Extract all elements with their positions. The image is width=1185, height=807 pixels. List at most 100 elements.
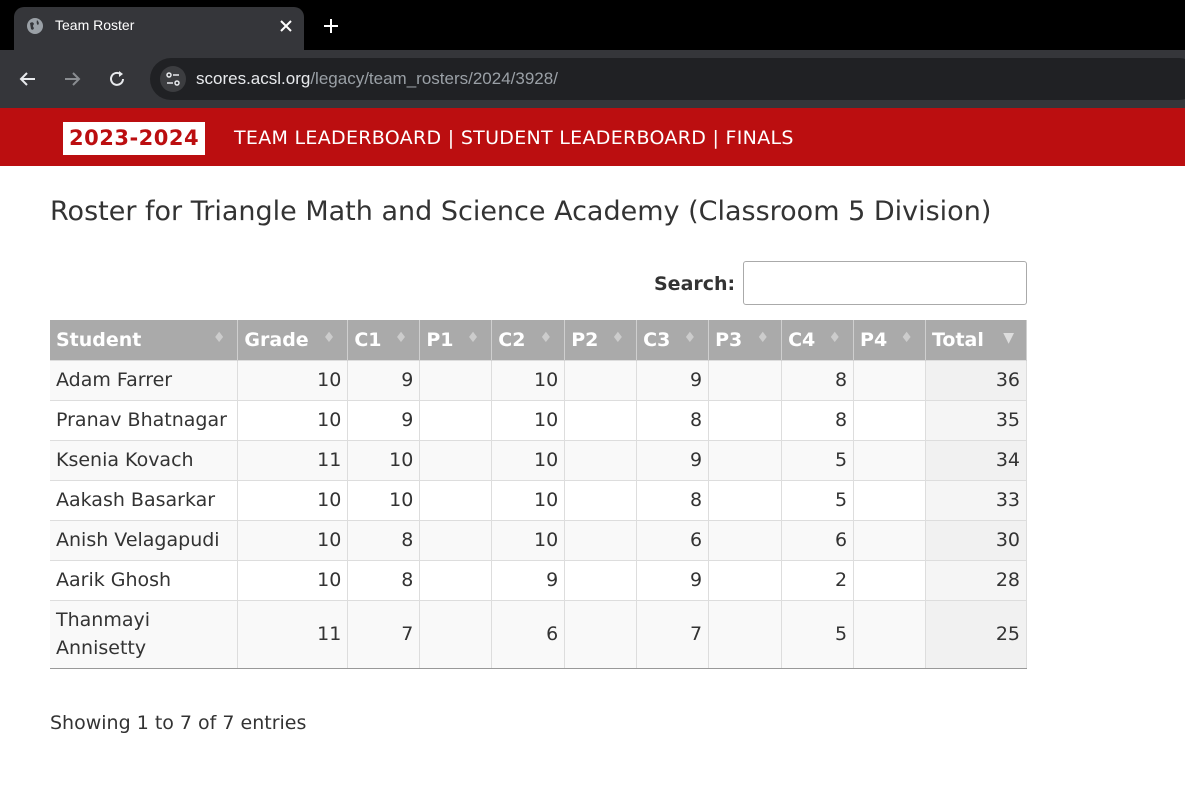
sort-both-icon: ♦ bbox=[322, 330, 336, 346]
cell-p1 bbox=[419, 479, 493, 520]
column-header-c3[interactable]: C3 ♦ bbox=[636, 320, 710, 360]
cell-total: 36 bbox=[925, 359, 1028, 400]
nav-link-team-leaderboard[interactable]: TEAM LEADERBOARD bbox=[234, 127, 441, 149]
address-bar[interactable]: scores.acsl.org/legacy/team_rosters/2024… bbox=[150, 58, 1185, 100]
column-header-label: P4 bbox=[860, 328, 888, 351]
cell-grade: 10 bbox=[237, 479, 349, 520]
column-header-label: C4 bbox=[788, 328, 816, 351]
cell-p2 bbox=[564, 599, 638, 669]
table-row: Ksenia Kovach 11 10 10 9 5 34 bbox=[50, 439, 1028, 480]
cell-c1: 9 bbox=[347, 359, 421, 400]
arrow-left-icon[interactable] bbox=[16, 67, 40, 91]
column-header-p3[interactable]: P3 ♦ bbox=[708, 320, 783, 360]
browser-tab[interactable]: Team Roster bbox=[14, 7, 304, 50]
cell-c4: 8 bbox=[781, 359, 855, 400]
cell-name: Ksenia Kovach bbox=[50, 439, 239, 480]
close-icon[interactable] bbox=[276, 16, 296, 36]
column-header-student[interactable]: Student ♦ bbox=[50, 320, 239, 360]
nav-separator: | bbox=[441, 127, 461, 149]
cell-name: Thanmayi Annisetty bbox=[50, 599, 239, 669]
cell-grade: 10 bbox=[237, 519, 349, 560]
cell-c2: 9 bbox=[491, 559, 566, 600]
column-header-c4[interactable]: C4 ♦ bbox=[781, 320, 855, 360]
sort-both-icon: ♦ bbox=[394, 330, 408, 346]
url-path: /legacy/team_rosters/2024/3928/ bbox=[310, 69, 558, 88]
sort-both-icon: ♦ bbox=[212, 330, 226, 346]
cell-p2 bbox=[564, 359, 638, 400]
site-info-button[interactable] bbox=[160, 66, 186, 92]
cell-p4 bbox=[853, 359, 926, 400]
cell-c1: 9 bbox=[347, 399, 421, 440]
reload-icon[interactable] bbox=[105, 67, 129, 91]
roster-table: Student ♦ Grade ♦ C1 ♦ P1 ♦ C2 ♦ P2 ♦ C3 ♦ P3 ♦ … bbox=[50, 320, 1028, 669]
plus-icon[interactable] bbox=[320, 15, 342, 37]
cell-c4: 5 bbox=[781, 479, 855, 520]
column-header-label: P3 bbox=[715, 328, 743, 351]
cell-p1 bbox=[419, 399, 493, 440]
cell-c4: 8 bbox=[781, 399, 855, 440]
browser-toolbar: scores.acsl.org/legacy/team_rosters/2024… bbox=[0, 50, 1185, 108]
sort-both-icon: ♦ bbox=[756, 330, 770, 346]
site-banner: 2023-2024 TEAM LEADERBOARD | STUDENT LEA… bbox=[0, 108, 1185, 166]
cell-c1: 10 bbox=[347, 479, 421, 520]
cell-c3: 8 bbox=[636, 479, 710, 520]
cell-grade: 11 bbox=[237, 599, 349, 669]
first-name: Thanmayi bbox=[56, 609, 151, 631]
column-header-total[interactable]: Total ▼ bbox=[925, 320, 1028, 360]
cell-p2 bbox=[564, 399, 638, 440]
column-header-c1[interactable]: C1 ♦ bbox=[347, 320, 421, 360]
column-header-label: Total bbox=[931, 328, 984, 351]
cell-p4 bbox=[853, 559, 926, 600]
cell-p1 bbox=[419, 359, 493, 400]
arrow-right-icon[interactable] bbox=[60, 67, 84, 91]
table-row: Anish Velagapudi 10 8 10 6 6 30 bbox=[50, 519, 1028, 560]
cell-c3: 9 bbox=[636, 559, 710, 600]
cell-c2: 10 bbox=[491, 439, 566, 480]
column-header-grade[interactable]: Grade ♦ bbox=[237, 320, 349, 360]
cell-c2: 6 bbox=[491, 599, 566, 669]
column-header-label: Grade bbox=[244, 328, 309, 351]
nav-link-finals[interactable]: FINALS bbox=[726, 127, 794, 149]
cell-p4 bbox=[853, 439, 926, 480]
column-header-label: Student bbox=[56, 328, 142, 351]
sort-both-icon: ♦ bbox=[539, 330, 553, 346]
cell-total: 30 bbox=[925, 519, 1028, 560]
nav-link-student-leaderboard[interactable]: STUDENT LEADERBOARD bbox=[461, 127, 706, 149]
cell-c4: 6 bbox=[781, 519, 855, 560]
tune-icon bbox=[166, 72, 180, 86]
cell-c3: 8 bbox=[636, 399, 710, 440]
search-input[interactable] bbox=[743, 261, 1027, 305]
cell-p1 bbox=[419, 559, 493, 600]
cell-name: Aarik Ghosh bbox=[50, 559, 239, 600]
cell-c2: 10 bbox=[491, 359, 566, 400]
cell-p2 bbox=[564, 479, 638, 520]
cell-p4 bbox=[853, 479, 926, 520]
column-header-label: C1 bbox=[354, 328, 382, 351]
cell-p3 bbox=[708, 599, 783, 669]
cell-grade: 11 bbox=[237, 439, 349, 480]
cell-p3 bbox=[708, 559, 783, 600]
cell-p3 bbox=[708, 399, 783, 440]
cell-c2: 10 bbox=[491, 519, 566, 560]
cell-p2 bbox=[564, 519, 638, 560]
column-header-c2[interactable]: C2 ♦ bbox=[491, 320, 566, 360]
season-badge[interactable]: 2023-2024 bbox=[63, 122, 206, 155]
column-header-label: P2 bbox=[571, 328, 599, 351]
cell-grade: 10 bbox=[237, 559, 349, 600]
column-header-p2[interactable]: P2 ♦ bbox=[564, 320, 638, 360]
cell-c3: 6 bbox=[636, 519, 710, 560]
column-header-p1[interactable]: P1 ♦ bbox=[419, 320, 493, 360]
cell-total: 33 bbox=[925, 479, 1028, 520]
tab-title: Team Roster bbox=[55, 17, 135, 33]
url-host: scores.acsl.org bbox=[196, 69, 311, 88]
table-row: Aakash Basarkar 10 10 10 8 5 33 bbox=[50, 479, 1028, 520]
cell-p3 bbox=[708, 439, 783, 480]
last-name: Annisetty bbox=[56, 637, 147, 659]
cell-p2 bbox=[564, 439, 638, 480]
cell-total: 28 bbox=[925, 559, 1028, 600]
cell-name: Adam Farrer bbox=[50, 359, 239, 400]
cell-p4 bbox=[853, 599, 926, 669]
table-info: Showing 1 to 7 of 7 entries bbox=[50, 712, 307, 734]
cell-grade: 10 bbox=[237, 359, 349, 400]
column-header-p4[interactable]: P4 ♦ bbox=[853, 320, 926, 360]
